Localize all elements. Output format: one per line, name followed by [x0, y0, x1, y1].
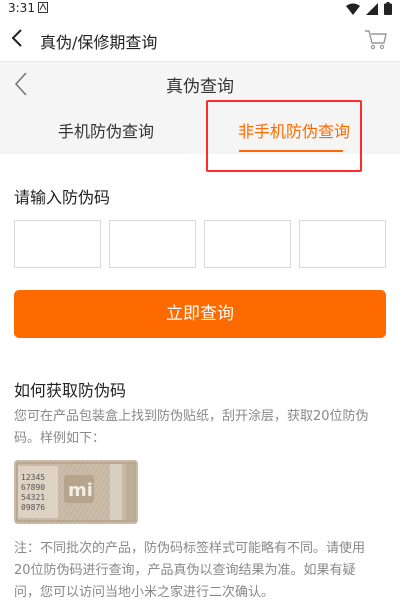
status-icons	[346, 2, 392, 15]
howto-description: 您可在产品包装盒上找到防伪贴纸，刮开涂层，获取20位防伪码。样例如下：	[14, 409, 369, 446]
code-input-4[interactable]	[299, 220, 386, 268]
query-button[interactable]: 立即查询	[14, 290, 386, 338]
status-bar: 3:31	[0, 0, 400, 16]
code-input-3[interactable]	[204, 220, 291, 268]
note-text: 注：不同批次的产品，防伪码标签样式可能略有不同。请使用20位防伪码进行查询，产品…	[14, 541, 366, 600]
mi-logo: mi	[68, 480, 93, 501]
sub-page-title: 真伪查询	[166, 77, 234, 97]
tab-phone-check[interactable]: 手机防伪查询	[58, 118, 154, 142]
sub-header: 真伪查询 手机防伪查询 非手机防伪查询	[0, 62, 400, 172]
howto-title: 如何获取防伪码	[14, 381, 127, 400]
app-bar: 真伪/保修期查询	[0, 16, 400, 62]
status-time: 3:31	[8, 1, 35, 15]
page-title: 真伪/保修期查询	[40, 33, 158, 52]
cart-icon[interactable]	[364, 28, 388, 50]
code-input-2[interactable]	[109, 220, 196, 268]
battery-icon	[384, 2, 392, 15]
code-input-row	[14, 220, 386, 268]
code-prompt: 请输入防伪码	[14, 188, 111, 207]
signal-icon	[366, 2, 378, 15]
notification-icon	[38, 2, 48, 13]
sticker-digits-2: 67890	[21, 483, 45, 492]
back-arrow-icon[interactable]	[6, 26, 30, 50]
highlight-box	[206, 100, 362, 172]
sticker-digits-1: 12345	[21, 473, 45, 482]
wifi-icon	[346, 3, 360, 15]
sample-sticker-image: 12345 67890 54321 09876 mi	[14, 460, 138, 524]
sticker-digits-4: 09876	[21, 503, 45, 512]
code-input-1[interactable]	[14, 220, 101, 268]
sticker-digits-3: 54321	[21, 493, 45, 502]
